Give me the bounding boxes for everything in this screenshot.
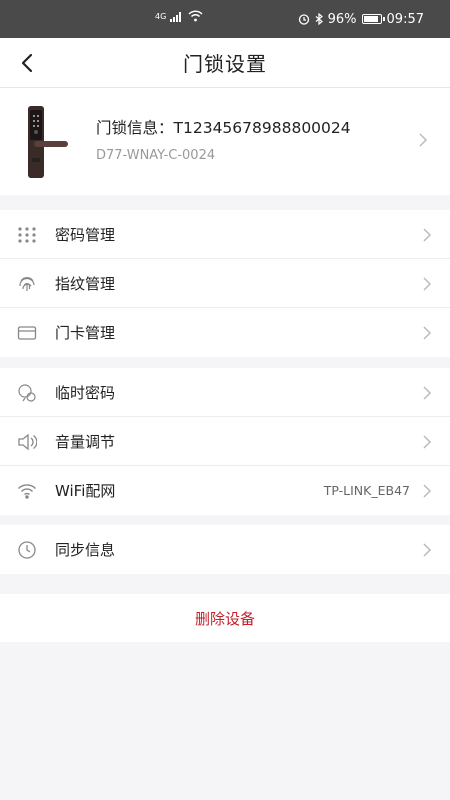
chevron-right-icon [423, 228, 432, 242]
chevron-right-icon [423, 326, 432, 340]
delete-device-row: 删除设备 [0, 594, 450, 642]
password-grid-icon [16, 224, 38, 246]
chevron-right-icon [419, 133, 428, 147]
card-icon [16, 322, 38, 344]
clock-icon [16, 539, 38, 561]
signal-icon [170, 12, 182, 22]
wifi-network-name: TP-LINK_EB47 [323, 483, 410, 498]
menu-group-sync: 同步信息 [0, 525, 450, 574]
menu-item-temp-password[interactable]: 临时密码 [0, 368, 450, 417]
bluetooth-icon [315, 13, 323, 25]
wifi-status-icon [188, 10, 203, 22]
lock-info-label: 门锁信息： [96, 119, 174, 137]
clock-time: 09:57 [386, 11, 424, 27]
status-right: 96% 09:57 [298, 12, 424, 27]
menu-item-wifi[interactable]: WiFi配网 TP-LINK_EB47 [0, 466, 450, 515]
network-type: 4G [155, 11, 167, 21]
speaker-icon [16, 431, 38, 453]
chevron-right-icon [423, 386, 432, 400]
menu-item-label: WiFi配网 [55, 482, 116, 500]
chevron-right-icon [423, 435, 432, 449]
delete-device-button[interactable]: 删除设备 [195, 608, 255, 629]
menu-item-fingerprint[interactable]: 指纹管理 [0, 259, 450, 308]
menu-item-sync[interactable]: 同步信息 [0, 525, 450, 574]
menu-group-settings: 临时密码 音量调节 WiFi配网 TP-LINK_EB47 [0, 368, 450, 515]
door-lock-image [28, 106, 68, 178]
chevron-right-icon [423, 277, 432, 291]
menu-item-card[interactable]: 门卡管理 [0, 308, 450, 357]
back-button[interactable] [14, 50, 40, 76]
page-title: 门锁设置 [183, 52, 267, 76]
menu-item-password[interactable]: 密码管理 [0, 210, 450, 259]
menu-group-management: 密码管理 指纹管理 门卡管理 [0, 210, 450, 357]
menu-item-label: 指纹管理 [55, 274, 116, 293]
chevron-right-icon [423, 543, 432, 557]
menu-item-label: 同步信息 [55, 541, 116, 559]
nav-bar: 门锁设置 [0, 38, 450, 88]
lock-info-line: 门锁信息：T12345678988800024 [96, 116, 351, 138]
lock-serial: T12345678988800024 [173, 119, 351, 137]
device-info-card[interactable]: 门锁信息：T12345678988800024 D77-WNAY-C-0024 [0, 88, 450, 195]
fingerprint-icon [16, 273, 38, 295]
device-info: 门锁信息：T12345678988800024 D77-WNAY-C-0024 [96, 116, 351, 163]
battery-percent: 96% [327, 11, 357, 27]
battery-icon [361, 14, 385, 24]
status-bar: 4G 96% 09:57 [0, 0, 450, 38]
chevron-right-icon [423, 484, 432, 498]
menu-item-label: 临时密码 [55, 383, 116, 402]
chevron-left-icon [21, 53, 33, 73]
menu-item-volume[interactable]: 音量调节 [0, 417, 450, 466]
wifi-icon [16, 480, 38, 502]
alarm-icon [298, 14, 309, 25]
lock-model: D77-WNAY-C-0024 [96, 148, 216, 163]
menu-item-label: 密码管理 [55, 225, 116, 244]
chat-key-icon [16, 382, 38, 404]
menu-item-label: 音量调节 [55, 432, 116, 451]
menu-item-label: 门卡管理 [55, 324, 116, 342]
network-indicators: 4G [155, 10, 203, 22]
